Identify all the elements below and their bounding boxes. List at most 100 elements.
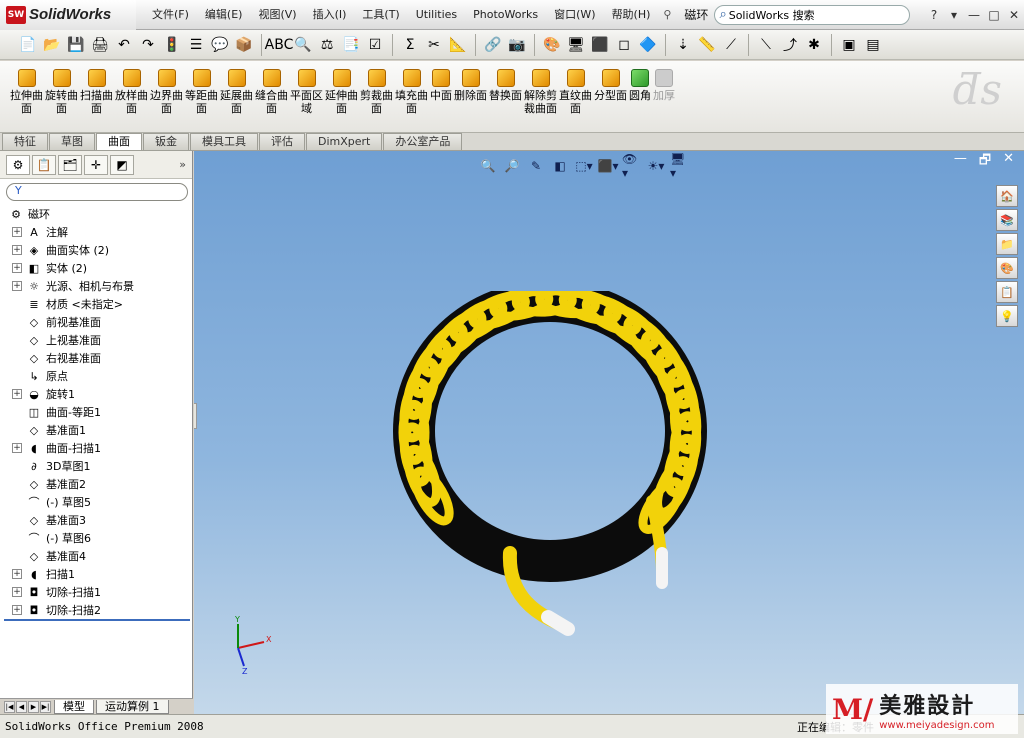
command-12[interactable]: 中面 <box>430 69 452 102</box>
tree-item[interactable]: ⌒ (-) 草图6 <box>0 529 192 547</box>
command-7[interactable]: 缝合曲 面 <box>255 69 288 115</box>
expand-icon[interactable]: + <box>12 245 22 255</box>
toolbar-icon-21[interactable]: 🖥 <box>565 34 587 56</box>
toolbar-icon-3[interactable]: 🖨 <box>89 34 111 56</box>
toolbar-icon-18[interactable]: 🔗 <box>482 34 504 56</box>
title-control-0[interactable]: ? <box>924 8 944 22</box>
feature-filter-input[interactable]: Y <box>6 183 188 201</box>
tree-item[interactable]: + ◒ 旋转1 <box>0 385 192 403</box>
title-control-2[interactable]: — <box>964 8 984 22</box>
tree-item[interactable]: + ◖ 扫描1 <box>0 565 192 583</box>
menu-item-2[interactable]: 视图(V) <box>250 0 304 30</box>
pane-more-icon[interactable]: » <box>179 158 186 171</box>
toolbar-icon-4[interactable]: ↶ <box>113 34 135 56</box>
view-tool-3[interactable]: ◧ <box>550 157 570 175</box>
tree-item[interactable]: ◇ 右视基准面 <box>0 349 192 367</box>
graphics-area[interactable]: — 🗗 ✕ 🔍 🔎 ✎ ◧ ⬚▾ ⬛▾ 👁▾ ☀▾ 🖥▾ 🏠 📚 📁 🎨 📋 💡 X Y Z <box>194 151 1024 714</box>
expand-icon[interactable]: + <box>12 281 22 291</box>
expand-icon[interactable]: + <box>12 263 22 273</box>
command-17[interactable]: 分型面 <box>594 69 627 102</box>
view-tool-1[interactable]: 🔎 <box>502 157 522 175</box>
tree-item[interactable]: ↳ 原点 <box>0 367 192 385</box>
command-5[interactable]: 等距曲 面 <box>185 69 218 115</box>
toolbar-icon-17[interactable]: 📐 <box>447 34 469 56</box>
toolbar-icon-11[interactable]: 🔍 <box>292 34 314 56</box>
bottom-tab-0[interactable]: 模型 <box>54 699 94 714</box>
command-13[interactable]: 删除面 <box>454 69 487 102</box>
toolbar-icon-32[interactable]: ▤ <box>862 34 884 56</box>
tree-item[interactable]: + ☼ 光源、相机与布景 <box>0 277 192 295</box>
toolbar-icon-14[interactable]: ☑ <box>364 34 386 56</box>
command-0[interactable]: 拉伸曲 面 <box>10 69 43 115</box>
tree-item[interactable]: ◇ 基准面1 <box>0 421 192 439</box>
pane-tab-1[interactable]: 📋 <box>32 154 56 175</box>
menu-item-6[interactable]: PhotoWorks <box>465 0 546 30</box>
command-19[interactable]: 加厚 <box>653 69 675 102</box>
toolbar-icon-10[interactable]: ABC <box>265 34 294 56</box>
title-control-3[interactable]: □ <box>984 8 1004 22</box>
tree-item[interactable]: + ◧ 实体 (2) <box>0 259 192 277</box>
toolbar-icon-16[interactable]: ✂ <box>423 34 445 56</box>
tree-item[interactable]: ◇ 基准面3 <box>0 511 192 529</box>
toolbar-icon-25[interactable]: ⇣ <box>672 34 694 56</box>
bottom-tab-1[interactable]: 运动算例 1 <box>96 699 169 714</box>
tree-item[interactable]: ∂ 3D草图1 <box>0 457 192 475</box>
toolbar-icon-7[interactable]: ☰ <box>185 34 207 56</box>
command-4[interactable]: 边界曲 面 <box>150 69 183 115</box>
toolbar-icon-8[interactable]: 💬 <box>209 34 231 56</box>
command-8[interactable]: 平面区 域 <box>290 69 323 115</box>
tab-scroll-button-3[interactable]: ▶| <box>40 700 51 713</box>
expand-icon[interactable]: + <box>12 605 22 615</box>
expand-icon[interactable]: + <box>12 587 22 597</box>
toroidal-coil-model[interactable] <box>390 291 730 651</box>
toolbar-icon-6[interactable]: 🚦 <box>161 34 183 56</box>
command-15[interactable]: 解除剪 裁曲面 <box>524 69 557 115</box>
tree-item[interactable]: ⌒ (-) 草图5 <box>0 493 192 511</box>
search-box[interactable]: ⌕ SolidWorks 搜索 <box>714 4 911 25</box>
command-16[interactable]: 直纹曲 面 <box>559 69 592 115</box>
title-control-1[interactable]: ▾ <box>944 8 964 22</box>
command-3[interactable]: 放样曲 面 <box>115 69 148 115</box>
view-tool-8[interactable]: 🖥▾ <box>670 152 690 180</box>
menu-item-1[interactable]: 编辑(E) <box>197 0 251 30</box>
view-tool-5[interactable]: ⬛▾ <box>598 157 619 175</box>
toolbar-icon-5[interactable]: ↷ <box>137 34 159 56</box>
toolbar-icon-15[interactable]: Σ <box>399 34 421 56</box>
document-control-1[interactable]: 🗗 <box>979 151 991 173</box>
tree-item[interactable]: ◫ 曲面-等距1 <box>0 403 192 421</box>
pane-tab-0[interactable]: ⚙ <box>6 154 30 175</box>
tab-4[interactable]: 模具工具 <box>190 133 258 150</box>
task-pane-tab-0[interactable]: 🏠 <box>996 185 1018 207</box>
menu-item-7[interactable]: 窗口(W) <box>546 0 603 30</box>
task-pane-tab-3[interactable]: 🎨 <box>996 257 1018 279</box>
expand-icon[interactable]: + <box>12 389 22 399</box>
view-tool-0[interactable]: 🔍 <box>478 157 498 175</box>
menu-item-5[interactable]: Utilities <box>408 0 465 30</box>
document-control-2[interactable]: ✕ <box>1003 151 1014 173</box>
tab-scroll-button-0[interactable]: |◀ <box>4 700 15 713</box>
menu-item-0[interactable]: 文件(F) <box>144 0 197 30</box>
toolbar-icon-24[interactable]: 🔷 <box>637 34 659 56</box>
toolbar-icon-31[interactable]: ▣ <box>838 34 860 56</box>
expand-icon[interactable]: + <box>12 443 22 453</box>
tab-1[interactable]: 草图 <box>49 133 95 150</box>
tab-0[interactable]: 特征 <box>2 133 48 150</box>
command-1[interactable]: 旋转曲 面 <box>45 69 78 115</box>
toolbar-icon-27[interactable]: ⟋ <box>720 34 742 56</box>
solidworks-logo[interactable]: SW SolidWorks <box>0 0 136 30</box>
task-pane-tab-1[interactable]: 📚 <box>996 209 1018 231</box>
command-6[interactable]: 延展曲 面 <box>220 69 253 115</box>
toolbar-icon-28[interactable]: ⟍ <box>755 34 777 56</box>
tab-scroll-button-1[interactable]: ◀ <box>16 700 27 713</box>
command-9[interactable]: 延伸曲 面 <box>325 69 358 115</box>
toolbar-icon-12[interactable]: ⚖ <box>316 34 338 56</box>
tab-2[interactable]: 曲面 <box>96 133 142 150</box>
menu-item-8[interactable]: 帮助(H) <box>604 0 659 30</box>
pin-icon[interactable]: ⚲ <box>658 8 676 21</box>
tree-item[interactable]: ◇ 基准面4 <box>0 547 192 565</box>
view-tool-6[interactable]: 👁▾ <box>622 152 642 180</box>
expand-icon[interactable]: + <box>12 569 22 579</box>
tree-item[interactable]: + ◈ 曲面实体 (2) <box>0 241 192 259</box>
toolbar-icon-30[interactable]: ✱ <box>803 34 825 56</box>
task-pane-tab-4[interactable]: 📋 <box>996 281 1018 303</box>
